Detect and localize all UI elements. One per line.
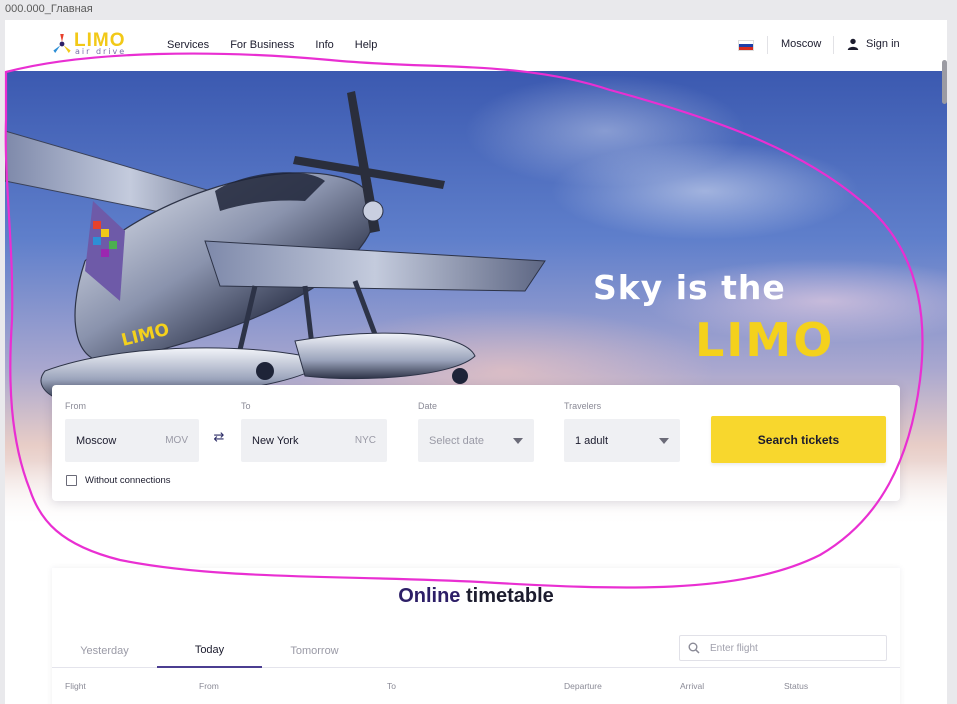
main-nav: Services For Business Info Help (167, 39, 377, 51)
column-to: To (387, 681, 396, 691)
travelers-select[interactable]: 1 adult (564, 419, 680, 462)
seaplane-illustration: LIMO (5, 91, 546, 405)
nav-services[interactable]: Services (167, 39, 209, 51)
date-select[interactable]: Select date (418, 419, 534, 462)
to-field[interactable]: New York NYC (241, 419, 387, 462)
tab-yesterday[interactable]: Yesterday (52, 633, 157, 668)
flag-stripe-red (739, 46, 753, 50)
logo-tagline: air drive (75, 47, 127, 56)
travelers-label: Travelers (564, 401, 602, 411)
header-divider (767, 36, 768, 54)
to-code: NYC (354, 435, 376, 446)
timetable-header-row: Flight From To Departure Arrival Status (52, 681, 900, 701)
sign-in-label: Sign in (866, 38, 900, 50)
without-connections-option[interactable]: Without connections (66, 475, 171, 486)
without-connections-label: Without connections (85, 475, 171, 486)
timetable-title-rest: timetable (465, 585, 554, 607)
nav-info[interactable]: Info (315, 39, 333, 51)
without-connections-checkbox[interactable] (66, 475, 77, 486)
swap-icon[interactable]: ⇄ (212, 431, 226, 445)
header-divider (833, 36, 834, 54)
window-title: 000.000_Главная (5, 3, 93, 15)
propeller-icon (53, 34, 71, 53)
user-icon (847, 38, 859, 50)
from-value: Moscow (76, 434, 117, 447)
page-scrollbar[interactable] (942, 60, 947, 104)
city-selector[interactable]: Moscow (781, 38, 821, 50)
chevron-down-icon (513, 437, 523, 444)
from-code: MOV (165, 435, 188, 446)
flight-search-form: From Moscow MOV ⇄ To New York NYC Date S… (52, 385, 900, 501)
travelers-value: 1 adult (575, 434, 609, 447)
hero-headline-line2: LIMO (695, 313, 835, 367)
chevron-down-icon (659, 437, 669, 444)
column-status: Status (784, 681, 809, 691)
logo[interactable]: LIMO air drive (52, 30, 147, 60)
column-departure: Departure (564, 681, 602, 691)
online-timetable: Online timetable Yesterday Today Tomorro… (52, 568, 900, 704)
tab-tomorrow[interactable]: Tomorrow (262, 633, 367, 668)
hero-headline-line1: Sky is the (593, 268, 786, 307)
search-tickets-button[interactable]: Search tickets (711, 416, 886, 463)
to-label: To (241, 401, 251, 411)
tab-today[interactable]: Today (157, 633, 262, 668)
column-arrival: Arrival (680, 681, 705, 691)
page: LIMO air drive Services For Business Inf… (5, 20, 947, 704)
to-value: New York (252, 434, 299, 447)
flight-search-input[interactable]: Enter flight (679, 635, 887, 661)
timetable-title-accent: Online (398, 585, 461, 607)
from-label: From (65, 401, 86, 411)
from-field[interactable]: Moscow MOV (65, 419, 199, 462)
hero-banner: LIMO Sky is the LIMO From Moscow MOV ⇄ T… (5, 71, 947, 551)
sign-in-link[interactable]: Sign in (847, 38, 900, 50)
date-label: Date (418, 401, 438, 411)
date-placeholder: Select date (429, 434, 485, 447)
search-icon (688, 642, 700, 654)
column-flight: Flight (65, 681, 86, 691)
column-from: From (199, 681, 219, 691)
russia-flag-icon[interactable] (738, 40, 754, 51)
site-header: LIMO air drive Services For Business Inf… (5, 20, 947, 71)
timetable-title: Online timetable (52, 585, 900, 608)
nav-help[interactable]: Help (355, 39, 378, 51)
flight-search-placeholder: Enter flight (710, 642, 758, 654)
nav-for-business[interactable]: For Business (230, 39, 294, 51)
